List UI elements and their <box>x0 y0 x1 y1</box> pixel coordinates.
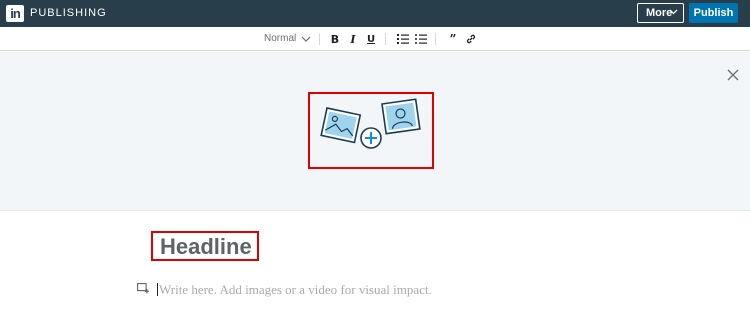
add-media-icon[interactable] <box>137 283 149 294</box>
linkedin-logo[interactable]: in <box>6 5 24 22</box>
add-circle-icon <box>360 127 382 149</box>
text-style-value: Normal <box>264 33 297 44</box>
toolbar-divider <box>435 33 436 45</box>
numbered-list-button[interactable] <box>396 31 410 47</box>
headline-field[interactable]: Headline <box>151 231 259 261</box>
cover-image-area <box>0 52 750 211</box>
chevron-down-icon <box>301 36 311 42</box>
add-cover-image-button[interactable] <box>308 92 434 169</box>
publishing-brand-label: PUBLISHING <box>30 7 107 19</box>
chevron-down-icon <box>669 9 678 15</box>
quote-button[interactable]: ” <box>446 31 460 47</box>
text-style-select[interactable]: Normal <box>264 32 311 46</box>
article-body-input[interactable]: Write here. Add images or a video for vi… <box>159 282 432 297</box>
bold-button[interactable]: B <box>328 31 342 47</box>
underline-button[interactable]: U <box>364 31 378 47</box>
more-button[interactable]: More <box>637 3 684 23</box>
top-header-bar: in PUBLISHING More Publish <box>0 0 750 27</box>
close-icon[interactable] <box>727 69 739 81</box>
landscape-image-icon <box>320 107 362 144</box>
cover-upload-illustration <box>320 98 421 149</box>
bulleted-list-icon <box>415 34 427 44</box>
numbered-list-icon <box>397 34 409 44</box>
headline-placeholder: Headline <box>160 234 252 259</box>
person-image-icon <box>381 98 421 135</box>
link-icon <box>466 34 476 44</box>
italic-button[interactable]: I <box>346 31 360 47</box>
bulleted-list-button[interactable] <box>414 31 428 47</box>
text-cursor <box>157 283 158 296</box>
quote-icon: ” <box>449 32 457 46</box>
toolbar-divider <box>385 33 386 45</box>
publish-button[interactable]: Publish <box>689 3 738 23</box>
toolbar-divider <box>319 33 320 45</box>
link-button[interactable] <box>464 31 478 47</box>
formatting-toolbar: Normal B I U ” <box>0 27 750 51</box>
